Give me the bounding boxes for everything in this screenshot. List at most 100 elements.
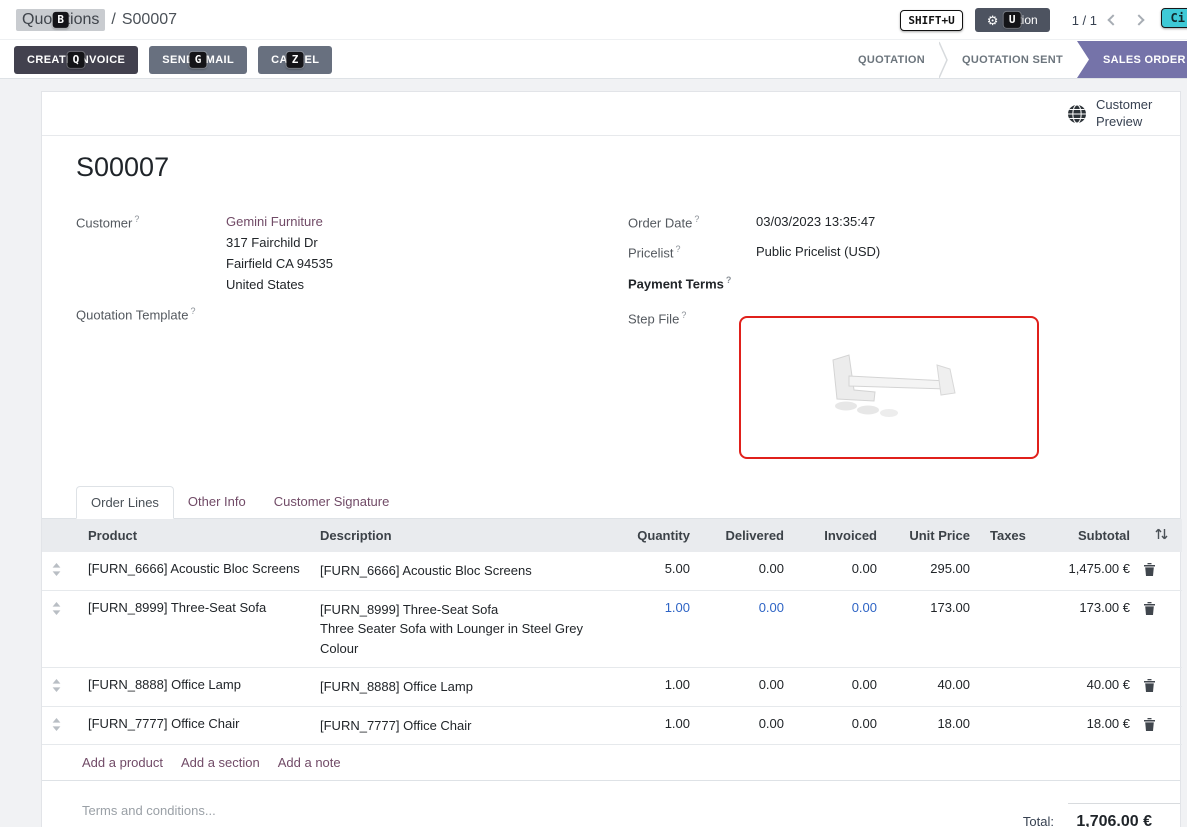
delivered-column-header[interactable]: Delivered [700, 519, 794, 552]
cell-delivered[interactable]: 0.00 [700, 668, 794, 707]
cell-description[interactable]: [FURN_8999] Three-Seat Sofa Three Seater… [310, 590, 610, 668]
hint-badge-u: U [1004, 12, 1021, 28]
cell-product[interactable]: [FURN_8999] Three-Seat Sofa [78, 590, 310, 668]
customer-name-link[interactable]: Gemini Furniture [226, 214, 323, 229]
order-line-row[interactable]: [FURN_7777] Office Chair [FURN_7777] Off… [42, 706, 1182, 745]
cell-taxes[interactable] [980, 590, 1040, 668]
create-invoice-button[interactable]: CREATE INVOICE Q [14, 46, 138, 74]
subtotal-column-header[interactable]: Subtotal [1040, 519, 1140, 552]
handle-column-header [42, 519, 78, 552]
cancel-button[interactable]: CANCEL Z [258, 46, 332, 74]
table-header-row: Product Description Quantity Delivered I… [42, 519, 1182, 552]
delete-line-button[interactable] [1144, 718, 1155, 731]
cell-description[interactable]: [FURN_7777] Office Chair [310, 706, 610, 745]
cell-invoiced[interactable]: 0.00 [794, 668, 887, 707]
help-tooltip-icon[interactable]: ? [134, 214, 139, 224]
status-separator-icon [939, 41, 948, 78]
tab-customer-signature[interactable]: Customer Signature [260, 486, 404, 518]
cell-product[interactable]: [FURN_8888] Office Lamp [78, 668, 310, 707]
pager-next-icon[interactable] [1133, 14, 1144, 25]
taxes-column-header[interactable]: Taxes [980, 519, 1040, 552]
step-file-image[interactable] [739, 316, 1039, 459]
cell-description[interactable]: [FURN_6666] Acoustic Bloc Screens [310, 552, 610, 590]
cell-invoiced[interactable]: 0.00 [794, 552, 887, 590]
add-product-link[interactable]: Add a product [82, 755, 163, 770]
sort-arrows-icon [1155, 528, 1168, 540]
drag-handle-icon[interactable] [42, 668, 78, 707]
cell-quantity[interactable]: 1.00 [610, 590, 700, 668]
breadcrumb-quotations[interactable]: Quotations B [16, 9, 105, 31]
breadcrumb: Quotations B / S00007 [16, 0, 177, 40]
hint-badge-g: G [190, 52, 207, 68]
status-step-sales-order[interactable]: SALES ORDER [1077, 41, 1187, 78]
trash-icon [1144, 602, 1155, 615]
action-menu-button[interactable]: ⚙ Action U [975, 8, 1050, 32]
tab-other-info[interactable]: Other Info [174, 486, 260, 518]
list-add-row: Add a product Add a section Add a note [42, 745, 1180, 781]
payment-terms-field[interactable] [756, 275, 1036, 293]
order-date-value[interactable]: 03/03/2023 13:35:47 [756, 214, 875, 229]
cell-unit-price[interactable]: 173.00 [887, 590, 980, 668]
delete-line-button[interactable] [1144, 679, 1155, 692]
drag-handle-icon[interactable] [42, 552, 78, 590]
record-title[interactable]: S00007 [76, 152, 169, 183]
topbar-controls: SHIFT+U ⚙ Action U 1 / 1 [900, 0, 1143, 40]
cell-delivered[interactable]: 0.00 [700, 590, 794, 668]
quotation-template-field[interactable] [226, 306, 506, 324]
help-tooltip-icon[interactable]: ? [726, 275, 732, 285]
cell-quantity[interactable]: 1.00 [610, 706, 700, 745]
cell-quantity[interactable]: 5.00 [610, 552, 700, 590]
trash-icon [1144, 563, 1155, 576]
customer-preview-button[interactable]: Customer Preview [1067, 97, 1158, 130]
pager-previous-icon[interactable] [1107, 14, 1118, 25]
quotation-template-field-label: Quotation Template? [76, 306, 196, 322]
order-line-row[interactable]: [FURN_6666] Acoustic Bloc Screens [FURN_… [42, 552, 1182, 590]
cell-product[interactable]: [FURN_6666] Acoustic Bloc Screens [78, 552, 310, 590]
delete-line-button[interactable] [1144, 602, 1155, 615]
cell-quantity[interactable]: 1.00 [610, 668, 700, 707]
cell-description[interactable]: [FURN_8888] Office Lamp [310, 668, 610, 707]
order-line-row[interactable]: [FURN_8999] Three-Seat Sofa [FURN_8999] … [42, 590, 1182, 668]
invoiced-column-header[interactable]: Invoiced [794, 519, 887, 552]
pricelist-value[interactable]: Public Pricelist (USD) [756, 244, 880, 259]
product-column-header[interactable]: Product [78, 519, 310, 552]
cell-subtotal: 173.00 € [1040, 590, 1140, 668]
description-column-header[interactable]: Description [310, 519, 610, 552]
action-buttons: CREATE INVOICE Q SEND EMAIL G CANCEL Z [14, 41, 332, 79]
breadcrumb-current: S00007 [122, 11, 177, 29]
breadcrumb-bar: Quotations B / S00007 SHIFT+U ⚙ Action U… [0, 0, 1187, 40]
status-step-quotation[interactable]: QUOTATION [844, 41, 939, 78]
cell-taxes[interactable] [980, 668, 1040, 707]
cell-subtotal: 40.00 € [1040, 668, 1140, 707]
unit-price-column-header[interactable]: Unit Price [887, 519, 980, 552]
status-step-quotation-sent[interactable]: QUOTATION SENT [948, 41, 1077, 78]
add-note-link[interactable]: Add a note [278, 755, 341, 770]
terms-and-conditions-field[interactable]: Terms and conditions... [82, 803, 216, 818]
help-tooltip-icon[interactable]: ? [191, 306, 196, 316]
order-line-row[interactable]: [FURN_8888] Office Lamp [FURN_8888] Offi… [42, 668, 1182, 707]
hint-badge-b: B [52, 12, 69, 28]
cell-unit-price[interactable]: 295.00 [887, 552, 980, 590]
drag-handle-icon[interactable] [42, 706, 78, 745]
cell-invoiced[interactable]: 0.00 [794, 706, 887, 745]
hint-badge-ci: Ci [1161, 8, 1187, 28]
gear-icon: ⚙ [987, 14, 999, 27]
send-email-button[interactable]: SEND EMAIL G [149, 46, 247, 74]
cell-taxes[interactable] [980, 706, 1040, 745]
tab-order-lines[interactable]: Order Lines [76, 486, 174, 519]
cell-product[interactable]: [FURN_7777] Office Chair [78, 706, 310, 745]
cell-invoiced[interactable]: 0.00 [794, 590, 887, 668]
help-tooltip-icon[interactable]: ? [676, 244, 681, 254]
toggle-columns-button[interactable] [1140, 519, 1182, 552]
cell-taxes[interactable] [980, 552, 1040, 590]
cell-delivered[interactable]: 0.00 [700, 552, 794, 590]
help-tooltip-icon[interactable]: ? [694, 214, 699, 224]
quantity-column-header[interactable]: Quantity [610, 519, 700, 552]
delete-line-button[interactable] [1144, 563, 1155, 576]
add-section-link[interactable]: Add a section [181, 755, 260, 770]
cell-unit-price[interactable]: 40.00 [887, 668, 980, 707]
cell-unit-price[interactable]: 18.00 [887, 706, 980, 745]
drag-handle-icon[interactable] [42, 590, 78, 668]
help-tooltip-icon[interactable]: ? [681, 310, 686, 320]
cell-delivered[interactable]: 0.00 [700, 706, 794, 745]
